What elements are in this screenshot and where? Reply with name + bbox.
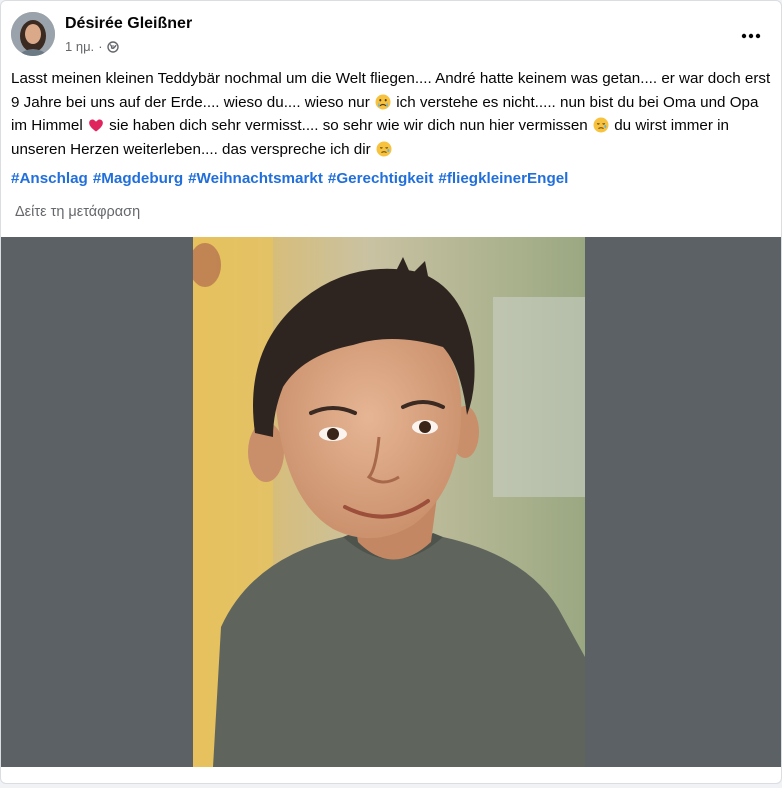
sad-face-emoji (593, 117, 609, 133)
post-text: Lasst meinen kleinen Teddybär nochmal um… (11, 67, 773, 161)
post-text-part: sie haben dich sehr vermisst.... so sehr… (104, 117, 592, 134)
author-name[interactable]: Désirée Gleißner (65, 15, 192, 33)
crying-face-emoji (375, 94, 391, 110)
more-options-icon (741, 33, 761, 39)
more-options-button[interactable] (733, 18, 769, 54)
post-card: Désirée Gleißner 1 ημ. · Lasst meinen kl… (0, 0, 782, 784)
red-heart-emoji (88, 117, 104, 133)
meta-separator: · (98, 39, 103, 54)
post-meta: 1 ημ. · (65, 39, 119, 54)
hashtag-link[interactable]: #Gerechtigkeit (328, 168, 434, 190)
globe-icon (106, 40, 119, 53)
post-timestamp[interactable]: 1 ημ. (65, 39, 94, 54)
hashtag-list: #Anschlag #Magdeburg #Weihnachtsmarkt #G… (11, 168, 568, 190)
hashtag-link[interactable]: #fliegkleinerEngel (438, 168, 568, 190)
hashtag-link[interactable]: #Magdeburg (93, 168, 183, 190)
hashtag-link[interactable]: #Weihnachtsmarkt (188, 168, 323, 190)
post-photo[interactable] (193, 237, 585, 767)
sad-face-emoji (376, 141, 392, 157)
author-avatar[interactable] (11, 12, 55, 56)
post-media (1, 237, 781, 767)
hashtag-link[interactable]: #Anschlag (11, 168, 88, 190)
see-translation-link[interactable]: Δείτε τη μετάφραση (15, 204, 140, 220)
post-header: Désirée Gleißner 1 ημ. · (11, 12, 771, 58)
